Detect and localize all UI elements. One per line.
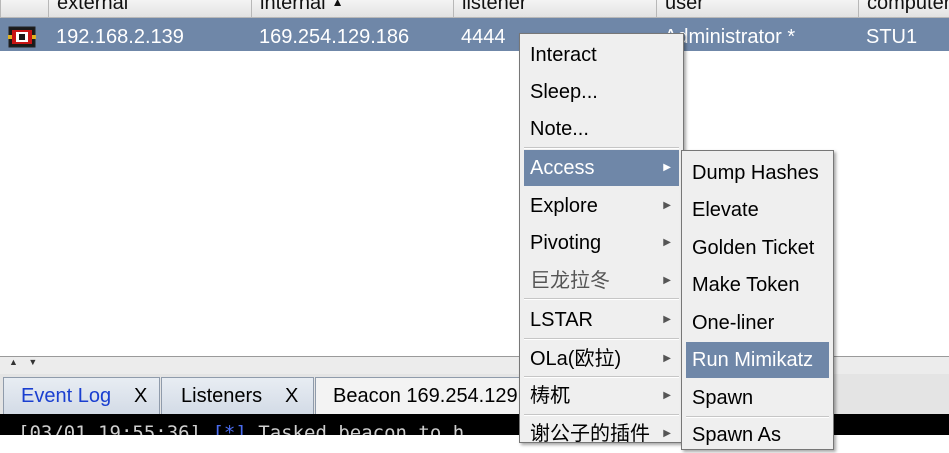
menu-item-sleep[interactable]: Sleep... [524,74,679,110]
menu-item-note[interactable]: Note... [524,111,679,147]
submenu-arrow-icon: ▶ [663,237,671,248]
menu-item-access[interactable]: Access ▶ [524,150,679,186]
cell-internal: 169.254.129.186 [259,26,410,48]
access-submenu: Dump Hashes Elevate Golden Ticket Make T… [681,150,834,450]
splitter-arrows-icon[interactable]: ▲ ▼ [9,357,41,367]
submenu-arrow-icon: ▶ [663,353,671,364]
table-row[interactable]: 192.168.2.139 169.254.129.186 4444 Admin… [0,18,949,51]
column-header-computer[interactable]: computer [858,0,949,17]
menu-item-make-token[interactable]: Make Token [686,267,829,303]
tab-listeners[interactable]: Listeners X [161,377,314,414]
cell-computer: STU1 [866,26,918,48]
column-header-icon[interactable] [0,0,48,17]
menu-item-spawn-as[interactable]: Spawn As [686,417,829,453]
menu-item-plugin-dragon[interactable]: 巨龙拉冬 ▶ [524,263,679,299]
menu-item-run-mimikatz[interactable]: Run Mimikatz [686,342,829,378]
menu-item-golden-ticket[interactable]: Golden Ticket [686,230,829,266]
console-line: [03/01 19:55:36] [*] Tasked beacon to h [18,422,465,435]
menu-item-ola[interactable]: OLa(欧拉) ▶ [524,341,679,377]
tab-close-button[interactable]: X [134,385,147,408]
beacon-session-icon [8,26,36,48]
submenu-arrow-icon: ▶ [663,314,671,325]
cell-external: 192.168.2.139 [56,26,184,48]
menu-item-one-liner[interactable]: One-liner [686,305,829,341]
menu-separator [524,298,679,300]
menu-item-interact[interactable]: Interact [524,37,679,73]
column-header-internal[interactable]: internal ▲ [251,0,453,17]
menu-item-lstar[interactable]: LSTAR ▶ [524,302,679,338]
menu-item-pivoting[interactable]: Pivoting ▶ [524,225,679,261]
menu-item-elevate[interactable]: Elevate [686,192,829,228]
menu-item-explore[interactable]: Explore ▶ [524,188,679,224]
column-header-listener[interactable]: listener [453,0,656,17]
cell-listener: 4444 [461,26,506,48]
menu-separator [524,147,679,149]
column-header-user[interactable]: user [656,0,858,17]
menu-item-spawn[interactable]: Spawn [686,380,829,416]
column-header-external[interactable]: external [48,0,251,17]
submenu-arrow-icon: ▶ [663,275,671,286]
submenu-arrow-icon: ▶ [663,428,671,439]
sort-ascending-icon: ▲ [331,0,344,9]
menu-item-dump-hashes[interactable]: Dump Hashes [686,155,829,191]
submenu-arrow-icon: ▶ [663,162,671,173]
tab-event-log[interactable]: Event Log X [3,377,160,414]
table-header: external internal ▲ listener user compute… [0,0,949,18]
menu-separator [524,338,679,340]
tab-close-button[interactable]: X [285,385,298,408]
submenu-arrow-icon: ▶ [663,200,671,211]
menu-item-xie-plugins[interactable]: 谢公子的插件 ▶ [524,416,679,452]
menu-item-taowu[interactable]: 梼杌 ▶ [524,378,679,414]
submenu-arrow-icon: ▶ [663,390,671,401]
context-menu: Interact Sleep... Note... Access ▶ Explor… [519,33,684,445]
